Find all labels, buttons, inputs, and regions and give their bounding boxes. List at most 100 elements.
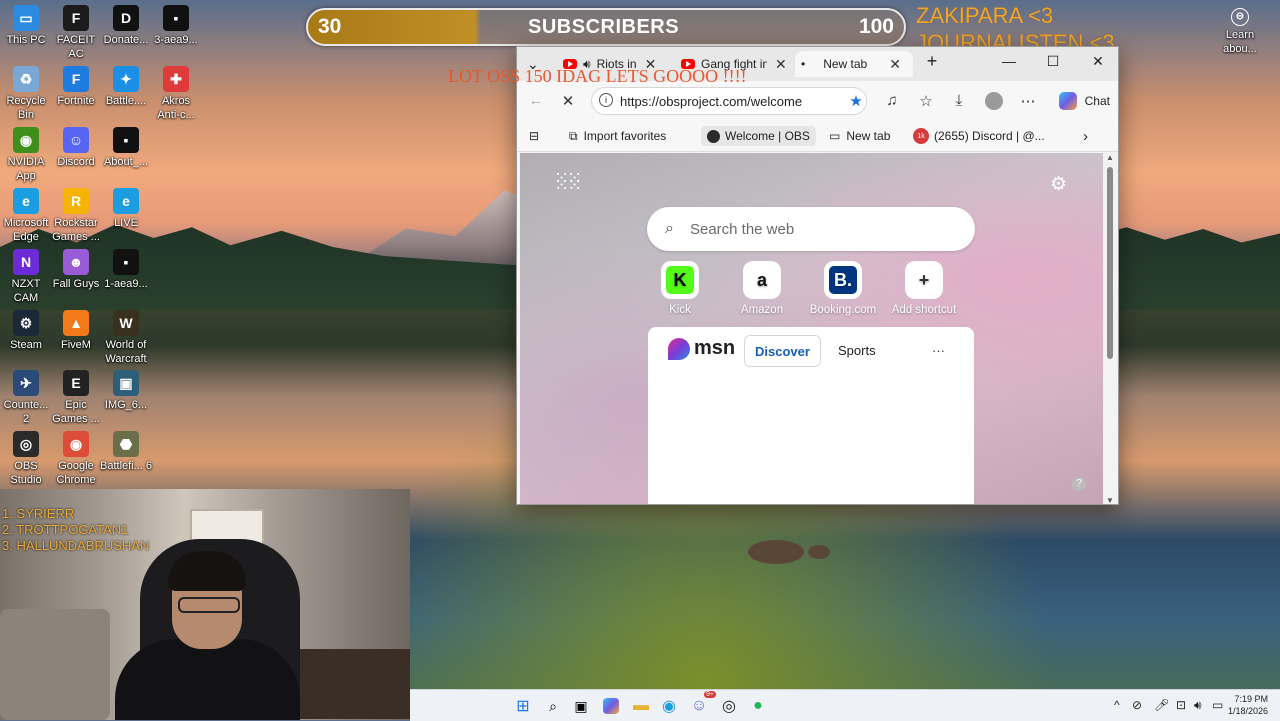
learn-about-icon: ⊖ <box>1231 8 1249 26</box>
system-clock[interactable]: 7:19 PM 1/18/2026 <box>1228 693 1268 717</box>
stream-banner-text: LOT OSS 150 IDAG LETS GOOOO !!!! <box>448 66 747 86</box>
desktop-icon[interactable]: F Fortnite <box>50 66 102 108</box>
tray-app-icon[interactable]: ⊘ <box>1132 698 1142 712</box>
close-tab-icon[interactable]: ✕ <box>889 56 901 73</box>
edge-icon: e <box>113 188 139 214</box>
search-icon: ⌕ <box>665 220 674 237</box>
desktop-icon[interactable]: ▪ 1-aea9... <box>100 249 152 291</box>
help-icon[interactable]: ? <box>1072 477 1086 491</box>
address-bar[interactable]: i https://obsproject.com/welcome <box>591 87 867 115</box>
downloads-icon[interactable]: ⤓ <box>948 92 970 109</box>
spotify-icon[interactable]: ● <box>747 695 769 717</box>
shortcut-tile[interactable]: K Kick <box>640 261 720 316</box>
more-options-icon[interactable]: ··· <box>932 335 945 365</box>
msn-logo[interactable]: msn <box>668 337 735 360</box>
task-view-icon[interactable]: ▣ <box>570 695 592 717</box>
obs-icon[interactable]: ◎ <box>718 695 740 717</box>
fav-welcome-obs[interactable]: Welcome | OBS <box>701 126 816 146</box>
desktop-icon[interactable]: F FACEIT AC <box>50 5 102 61</box>
search-box[interactable]: ⌕ Search the web <box>647 207 975 251</box>
image-icon: ▣ <box>113 370 139 396</box>
desktop-icon[interactable]: ☺ Discord <box>50 127 102 169</box>
minimize-button[interactable]: — <box>996 53 1022 69</box>
media-control-icon[interactable]: ♫ <box>881 92 903 109</box>
desktop-icon[interactable]: ▪ 3-aea9... <box>150 5 202 47</box>
nvidia-icon: ◉ <box>13 127 39 153</box>
desktop-icon[interactable]: e LIVE <box>100 188 152 230</box>
desktop-icon[interactable]: ⬣ Battlefi... 6 <box>100 431 152 473</box>
page-icon: ▭ <box>829 129 841 143</box>
settings-more-icon[interactable]: ⋯ <box>1017 92 1039 110</box>
network-icon[interactable]: ⊡ <box>1176 698 1186 712</box>
battery-icon[interactable]: ▭ <box>1212 698 1223 712</box>
webcam-person-body <box>115 639 300 720</box>
desktop-icon[interactable]: ✦ Battle.... <box>100 66 152 108</box>
close-tab-icon[interactable]: ✕ <box>775 56 787 73</box>
stop-loading-icon[interactable]: ✕ <box>557 92 579 110</box>
desktop-icon[interactable]: ◉ NVIDIA App <box>0 127 52 183</box>
volume-icon[interactable]: 🔊︎ <box>1194 698 1202 713</box>
desktop-icon[interactable]: W World of Warcraft <box>100 310 152 366</box>
scroll-thumb[interactable] <box>1107 167 1113 359</box>
desktop-icon-label: OBS Studio <box>10 460 42 486</box>
page-settings-icon[interactable]: ⚙ <box>1050 173 1067 196</box>
favorite-star-icon[interactable]: ★ <box>845 92 867 110</box>
tab-discover[interactable]: Discover <box>744 335 821 367</box>
microphone-icon[interactable]: 🎤︎ <box>1154 698 1169 712</box>
desktop-icon[interactable]: e Microsoft Edge <box>0 188 52 244</box>
desktop-icon[interactable]: ▪ About_... <box>100 127 152 169</box>
amazon-icon: a <box>743 261 781 299</box>
file-explorer-icon[interactable]: ▬ <box>630 695 652 717</box>
desktop-icon[interactable]: ⚙ Steam <box>0 310 52 352</box>
maximize-button[interactable]: ☐ <box>1040 53 1066 70</box>
tab-sports[interactable]: Sports <box>838 335 876 365</box>
copilot-icon[interactable] <box>600 695 622 717</box>
favorites-menu-icon[interactable]: ⊟ <box>529 126 539 146</box>
desktop-icon[interactable]: ♻ Recycle Bin <box>0 66 52 122</box>
page-scrollbar[interactable]: ▲ ▼ <box>1105 153 1115 504</box>
fav-new-tab[interactable]: ▭ New tab <box>829 126 890 146</box>
learn-about-picture[interactable]: ⊖ Learn abou... <box>1214 8 1266 56</box>
webcam-desk <box>290 649 410 719</box>
shortcut-label: Amazon <box>740 304 784 316</box>
desktop-icon[interactable]: ▭ This PC <box>0 5 52 47</box>
profile-avatar-icon[interactable] <box>983 92 1005 114</box>
desktop-icon[interactable]: ✚ Akros Anti-c... <box>150 66 202 122</box>
scroll-down-icon[interactable]: ▼ <box>1106 496 1114 504</box>
desktop-icon[interactable]: E Epic Games ... <box>50 370 102 426</box>
desktop-icon[interactable]: ▲ FiveM <box>50 310 102 352</box>
scroll-up-icon[interactable]: ▲ <box>1106 153 1114 162</box>
new-tab-button[interactable]: + <box>919 51 945 72</box>
chevron-right-icon[interactable]: › <box>1083 126 1088 146</box>
desktop-icon-label: Counte... 2 <box>3 399 49 425</box>
desktop-icon[interactable]: R Rockstar Games ... <box>50 188 102 244</box>
copilot-chat-button[interactable]: Chat <box>1058 89 1110 113</box>
tab-new-tab[interactable]: • New tab ✕ <box>795 51 913 77</box>
desktop-icon[interactable]: D Donate... <box>100 5 152 47</box>
site-info-icon[interactable]: i <box>599 93 613 107</box>
tray-overflow-icon[interactable]: ^ <box>1114 698 1120 712</box>
desktop-icon[interactable]: N NZXT CAM <box>0 249 52 305</box>
desktop-icon[interactable]: ☻ Fall Guys <box>50 249 102 291</box>
start-windows-icon[interactable]: ⊞ <box>512 695 534 717</box>
desktop-icon[interactable]: ✈ Counte... 2 <box>0 370 52 426</box>
import-icon: ⧉ <box>569 128 578 143</box>
close-window-button[interactable]: ✕ <box>1085 53 1111 70</box>
edge-icon[interactable]: ◉ <box>658 695 680 717</box>
favorites-icon[interactable]: ☆ <box>915 92 937 110</box>
shortcut-tile[interactable]: + Add shortcut <box>884 261 964 316</box>
subscriber-current-count: 30 <box>318 15 342 38</box>
app-launcher-icon[interactable]: ⁙⁙ ⁙⁙ <box>554 169 582 194</box>
fav-import-favorites[interactable]: ⧉ Import favorites <box>569 126 666 146</box>
shortcut-tile[interactable]: B. Booking.com <box>803 261 883 316</box>
fav-discord[interactable]: 1k (2655) Discord | @... <box>913 126 1045 146</box>
desktop-icon[interactable]: ◉ Google Chrome <box>50 431 102 487</box>
clock-date: 1/18/2026 <box>1227 706 1268 716</box>
desktop-icon[interactable]: ◎ OBS Studio <box>0 431 52 487</box>
back-icon[interactable]: ← <box>525 92 547 109</box>
shortcut-tile[interactable]: a Amazon <box>722 261 802 316</box>
edge-browser-window[interactable]: ⌄ 🔊︎ Riots in ✕ Gang fight in ✕ • New ta… <box>516 46 1119 505</box>
discord-icon[interactable]: ☺ 9+ <box>688 691 716 717</box>
desktop-icon[interactable]: ▣ IMG_6... <box>100 370 152 412</box>
search-icon[interactable]: ⌕ <box>542 695 564 717</box>
